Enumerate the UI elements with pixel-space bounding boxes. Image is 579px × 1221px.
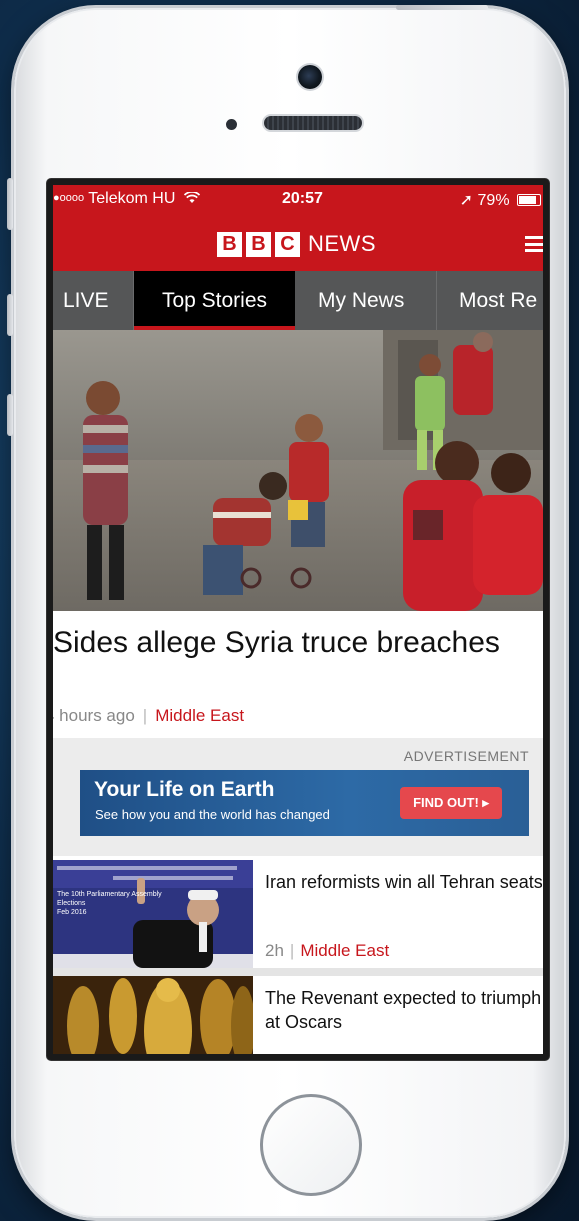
bbc-news-app: ●oooo Telekom HU 20:57 ➚ 79% B B C NEWS … <box>53 185 543 1054</box>
carrier-info: ●oooo Telekom HU <box>53 190 201 208</box>
advertisement-label: ADVERTISEMENT <box>403 748 529 764</box>
tab-label: My News <box>318 289 405 312</box>
ad-banner[interactable]: Your Life on Earth See how you and the w… <box>80 770 529 836</box>
section-tabs: LIVE Top Stories My News Most Re <box>53 271 543 330</box>
phone-screen: ●oooo Telekom HU 20:57 ➚ 79% B B C NEWS … <box>47 179 549 1060</box>
tab-label: Most Re <box>459 289 538 312</box>
logo-letter: B <box>246 231 271 257</box>
carrier-name: Telekom HU <box>88 190 176 207</box>
hero-section-link[interactable]: Middle East <box>155 706 244 725</box>
volume-down-button <box>7 394 13 436</box>
tab-live[interactable]: LIVE <box>63 271 109 330</box>
ad-find-out-button[interactable]: FIND OUT! ▸ <box>400 787 502 819</box>
ad-title: Your Life on Earth <box>94 778 275 801</box>
tab-my-news[interactable]: My News <box>318 271 404 330</box>
story-item[interactable]: The 10th Parliamentary Assembly Election… <box>53 860 543 968</box>
logo-letter: B <box>217 231 242 257</box>
story-section-link[interactable]: Middle East <box>300 941 389 960</box>
app-header: ●oooo Telekom HU 20:57 ➚ 79% B B C NEWS <box>53 185 543 271</box>
earpiece-speaker <box>264 116 362 130</box>
power-button <box>396 5 488 10</box>
story-thumbnail <box>53 976 253 1054</box>
hamburger-menu-icon[interactable] <box>525 236 543 252</box>
advertisement-container: ADVERTISEMENT Your Life on Earth See how… <box>53 738 543 856</box>
mute-switch <box>7 178 13 230</box>
logo-word: NEWS <box>308 231 376 256</box>
meta-separator: | <box>289 941 295 960</box>
home-button[interactable] <box>260 1094 362 1196</box>
ad-subtitle: See how you and the world has changed <box>95 807 330 822</box>
wifi-icon <box>183 191 201 203</box>
logo-letter: C <box>275 231 300 257</box>
tab-most-read[interactable]: Most Re <box>459 271 537 330</box>
tab-top-stories[interactable]: Top Stories <box>134 271 295 330</box>
hero-meta: 4 hours ago | Middle East <box>53 706 244 726</box>
story-divider <box>53 968 543 976</box>
location-arrow-icon: ➚ <box>459 192 474 209</box>
front-camera <box>298 65 322 89</box>
bbc-news-logo[interactable]: B B C NEWS <box>217 229 376 259</box>
meta-separator: | <box>142 706 148 725</box>
tab-divider <box>436 271 437 330</box>
volume-up-button <box>7 294 13 336</box>
battery-percent: 79% <box>477 192 510 209</box>
story-thumbnail: The 10th Parliamentary Assembly Election… <box>53 860 253 968</box>
battery-icon <box>517 194 541 206</box>
signal-strength-icon: ●oooo <box>53 192 85 204</box>
proximity-sensor <box>226 119 237 130</box>
story-title: The Revenant expected to triumph at Osca… <box>265 988 542 1032</box>
hero-headline[interactable]: Sides allege Syria truce breaches <box>53 623 533 663</box>
story-timestamp: 2h <box>265 941 284 960</box>
battery-info: ➚ 79% <box>460 190 541 210</box>
tab-label: LIVE <box>63 289 109 312</box>
story-item[interactable]: The Revenant expected to triumph at Osca… <box>53 976 543 1054</box>
tab-label: Top Stories <box>161 289 268 312</box>
clock: 20:57 <box>282 190 323 207</box>
thumb-caption: The 10th Parliamentary Assembly Election… <box>57 891 162 916</box>
status-bar: ●oooo Telekom HU 20:57 ➚ 79% <box>53 185 543 213</box>
story-meta: 2h | Middle East <box>265 941 389 961</box>
hero-image[interactable] <box>53 330 543 611</box>
hero-timestamp: 4 hours ago <box>53 706 135 725</box>
children-playing-illustration <box>83 330 543 611</box>
oscar-statues-illustration <box>53 976 253 1054</box>
story-title: Iran reformists win all Tehran seats <box>265 872 543 892</box>
